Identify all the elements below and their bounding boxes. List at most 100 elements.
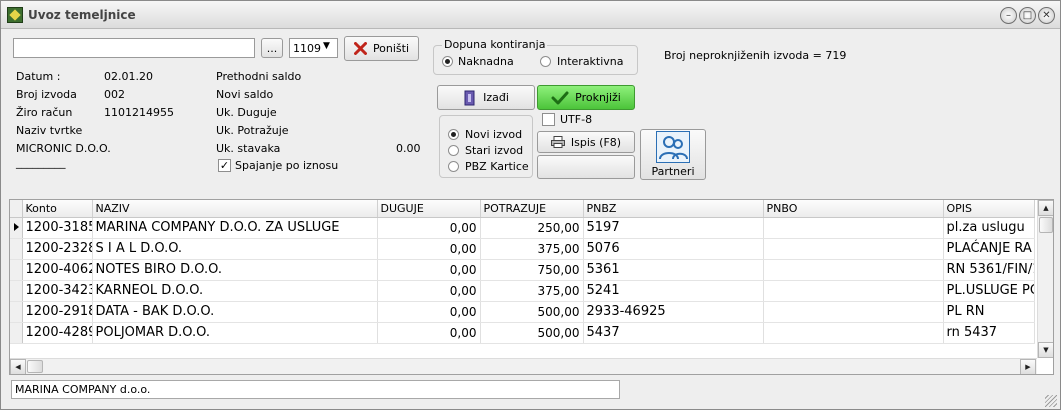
radio-naknadna[interactable] (442, 56, 453, 67)
cell-konto[interactable]: 1200-2328 (22, 238, 93, 260)
horizontal-scrollbar[interactable]: ◀ ▶ (10, 358, 1037, 374)
cell-duguje[interactable]: 0,00 (377, 280, 481, 302)
scroll-up-icon[interactable]: ▲ (1038, 200, 1053, 216)
table-row[interactable]: 1200-2918 DATA - BAK D.O.O. 0,00 500,00 … (10, 301, 1035, 323)
cell-opis[interactable]: PLAĆANJE RA (943, 238, 1035, 260)
cell-pnbo[interactable] (763, 217, 944, 239)
cell-duguje[interactable]: 0,00 (377, 259, 481, 281)
cell-pnbo[interactable] (763, 259, 944, 281)
izadi-button[interactable]: Izađi (437, 85, 535, 110)
browse-button[interactable]: ... (261, 38, 283, 58)
cell-naziv[interactable]: KARNEOL D.O.O. (92, 280, 378, 302)
cell-pnbo[interactable] (763, 280, 944, 302)
utf8-checkbox[interactable] (542, 113, 555, 126)
cell-potrazuje[interactable]: 750,00 (480, 259, 584, 281)
row-indicator (10, 217, 23, 239)
cell-potrazuje[interactable]: 375,00 (480, 238, 584, 260)
radio-stari-izvod[interactable] (448, 145, 459, 156)
exit-door-icon (464, 90, 475, 105)
column-header-naziv[interactable]: NAZIV (92, 200, 378, 218)
cell-pnbo[interactable] (763, 238, 944, 260)
kontiranje-group-title: Dopuna kontiranja (442, 38, 548, 51)
close-button[interactable]: ✕ (1038, 7, 1055, 24)
radio-novi-izvod[interactable] (448, 129, 459, 140)
cell-potrazuje[interactable]: 500,00 (480, 301, 584, 323)
vertical-scrollbar[interactable]: ▲ ▼ (1037, 200, 1053, 358)
ispis-button[interactable]: Ispis (F8) (537, 131, 635, 153)
company-underline: _________ (16, 156, 66, 169)
cell-opis[interactable]: RN 5361/FIN/1 (943, 259, 1035, 281)
table-row[interactable]: 1200-4062 NOTES BIRO D.O.O. 0,00 750,00 … (10, 259, 1035, 281)
cell-opis[interactable]: PL RN (943, 301, 1035, 323)
cell-duguje[interactable]: 0,00 (377, 217, 481, 239)
data-grid[interactable]: Konto NAZIV DUGUJE POTRAZUJE PNBZ PNBO O… (9, 199, 1054, 375)
cell-konto[interactable]: 1200-3185 (22, 217, 93, 239)
uk-stavaka-value: 0.00 (396, 142, 421, 155)
proknjizi-button[interactable]: Proknjiži (537, 85, 635, 110)
table-row[interactable]: 1200-3423 KARNEOL D.O.O. 0,00 375,00 524… (10, 280, 1035, 302)
scroll-down-icon[interactable]: ▼ (1038, 342, 1053, 358)
blank-button[interactable] (537, 155, 635, 179)
table-row[interactable]: 1200-4289 POLJOMAR D.O.O. 0,00 500,00 54… (10, 322, 1035, 344)
minimize-button[interactable]: – (1000, 7, 1017, 24)
cell-naziv[interactable]: NOTES BIRO D.O.O. (92, 259, 378, 281)
cell-naziv[interactable]: POLJOMAR D.O.O. (92, 322, 378, 344)
maximize-button[interactable]: □ (1019, 7, 1036, 24)
cell-konto[interactable]: 1200-4289 (22, 322, 93, 344)
chevron-down-icon: ▼ (323, 41, 330, 51)
radio-pbz-kartice[interactable] (448, 161, 459, 172)
column-header-duguje[interactable]: DUGUJE (377, 200, 481, 218)
title-bar[interactable]: Uvoz temeljnice – □ ✕ (1, 1, 1060, 29)
horizontal-scroll-thumb[interactable] (27, 360, 43, 373)
radio-novi-izvod-label: Novi izvod (465, 128, 523, 141)
cell-pnbz[interactable]: 2933-46925 (583, 301, 764, 323)
spajanje-checkbox[interactable]: ✓ (218, 159, 231, 172)
cell-potrazuje[interactable]: 375,00 (480, 280, 584, 302)
column-header-konto[interactable]: Konto (22, 200, 93, 218)
scroll-left-icon[interactable]: ◀ (10, 359, 26, 374)
cell-opis[interactable]: PL.USLUGE PO (943, 280, 1035, 302)
partneri-button[interactable]: Partneri (640, 129, 706, 180)
cell-konto[interactable]: 1200-2918 (22, 301, 93, 323)
radio-interaktivna[interactable] (540, 56, 551, 67)
datum-value: 02.01.20 (104, 70, 153, 83)
cell-opis[interactable]: pl.za uslugu (943, 217, 1035, 239)
column-header-pnbz[interactable]: PNBZ (583, 200, 764, 218)
row-indicator (10, 259, 23, 281)
cell-pnbz[interactable]: 5076 (583, 238, 764, 260)
radio-naknadna-label: Naknadna (458, 55, 514, 68)
scroll-right-icon[interactable]: ▶ (1020, 359, 1036, 374)
number-select[interactable]: 1109 ▼ (289, 38, 338, 58)
cell-potrazuje[interactable]: 500,00 (480, 322, 584, 344)
radio-stari-izvod-label: Stari izvod (465, 144, 524, 157)
cell-naziv[interactable]: S I A L D.O.O. (92, 238, 378, 260)
cell-pnbz[interactable]: 5361 (583, 259, 764, 281)
file-path-input[interactable] (13, 38, 255, 58)
cell-konto[interactable]: 1200-4062 (22, 259, 93, 281)
cell-opis[interactable]: rn 5437 (943, 322, 1035, 344)
table-row[interactable]: 1200-2328 S I A L D.O.O. 0,00 375,00 507… (10, 238, 1035, 260)
column-header-pnbo[interactable]: PNBO (763, 200, 944, 218)
cell-pnbo[interactable] (763, 301, 944, 323)
prethodni-saldo-label: Prethodni saldo (216, 70, 302, 83)
cell-duguje[interactable]: 0,00 (377, 301, 481, 323)
resize-grip-icon[interactable] (1045, 395, 1057, 407)
cell-duguje[interactable]: 0,00 (377, 238, 481, 260)
vertical-scroll-thumb[interactable] (1039, 217, 1053, 233)
grid-header-row: Konto NAZIV DUGUJE POTRAZUJE PNBZ PNBO O… (10, 200, 1035, 218)
table-row[interactable]: 1200-3185 MARINA COMPANY D.O.O. ZA USLUG… (10, 217, 1035, 239)
cell-potrazuje[interactable]: 250,00 (480, 217, 584, 239)
cell-duguje[interactable]: 0,00 (377, 322, 481, 344)
column-header-opis[interactable]: OPIS (943, 200, 1035, 218)
cell-pnbz[interactable]: 5437 (583, 322, 764, 344)
cell-pnbz[interactable]: 5197 (583, 217, 764, 239)
column-header-potrazuje[interactable]: POTRAZUJE (480, 200, 584, 218)
cell-naziv[interactable]: DATA - BAK D.O.O. (92, 301, 378, 323)
ziro-racun-value: 1101214955 (104, 106, 174, 119)
cell-pnbz[interactable]: 5241 (583, 280, 764, 302)
cell-naziv[interactable]: MARINA COMPANY D.O.O. ZA USLUGE (92, 217, 378, 239)
ziro-racun-label: Žiro račun (16, 106, 73, 119)
cancel-button[interactable]: Poništi (344, 36, 419, 61)
cell-pnbo[interactable] (763, 322, 944, 344)
cell-konto[interactable]: 1200-3423 (22, 280, 93, 302)
